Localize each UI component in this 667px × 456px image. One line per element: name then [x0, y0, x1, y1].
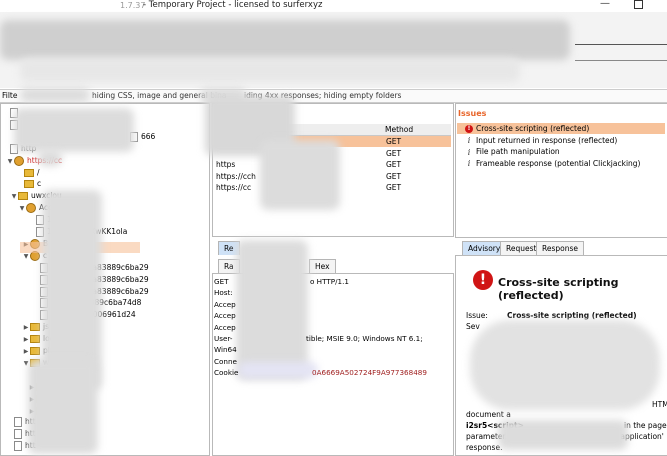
toolbar-blur-2 [20, 58, 520, 82]
tree-item[interactable]: c [16, 178, 41, 190]
advisory-body-frag: HTM [652, 400, 667, 409]
issue-label: Frameable response (potential Clickjacki… [476, 158, 641, 168]
advisory-severity-label: Sev [466, 322, 480, 331]
filter-label: Filte [2, 91, 18, 100]
center-blur-2 [260, 140, 340, 210]
folder-icon [30, 347, 40, 355]
folder-icon [30, 323, 40, 332]
request-url: https://cch [216, 171, 256, 181]
advisory-title: Cross-site scripting (reflected) [498, 276, 619, 302]
issue-label: Input returned in response (reflected) [476, 135, 618, 145]
tab-hex[interactable]: Hex [309, 259, 336, 273]
title-bar: 1.7.37 - Temporary Project - licensed to… [0, 0, 667, 12]
file-icon [14, 429, 22, 440]
issue-label: File path manipulation [476, 147, 560, 156]
req-line5: Accep [214, 322, 236, 332]
req-line1-a: GET [214, 277, 229, 286]
tree-blur-1 [14, 108, 134, 152]
expand-toggle-icon[interactable]: ▼ [18, 203, 26, 215]
request-url: https [216, 160, 236, 170]
info-icon: i [467, 136, 471, 145]
tree-item-label: / [37, 167, 40, 177]
request-method: GET [386, 171, 402, 181]
req-line9-a: Cookie [214, 368, 239, 378]
tree-item-label: c [37, 179, 42, 189]
toolbar-blur [0, 20, 570, 60]
window-title: - Temporary Project - licensed to surfer… [143, 0, 323, 10]
issue-item[interactable]: i File path manipulation [457, 146, 665, 157]
advisory-title-icon: ! [473, 270, 493, 290]
req-line9-b: 0A6669A502724F9A977368489 [312, 368, 427, 378]
request-method: GET [386, 183, 402, 193]
request-url: https://cc [216, 183, 252, 193]
req-line7: Win64 [214, 345, 237, 355]
filter-bar[interactable]: Filte hiding CSS, image and general bina… [0, 89, 667, 103]
request-method: GET [386, 148, 402, 158]
req-line2: Host: [214, 288, 233, 298]
expand-toggle-icon[interactable]: ▼ [6, 156, 14, 168]
window-title-prefix: 1.7.37 [120, 1, 146, 10]
advisory-body-line2-b: in the page [624, 421, 667, 430]
folder-icon [24, 180, 34, 189]
toolbar-divider [575, 44, 667, 45]
req-line8: Conne [214, 356, 237, 366]
tab-response[interactable]: Response [536, 241, 585, 255]
issue-item[interactable]: i Input returned in response (reflected) [457, 135, 665, 146]
error-icon: ! [465, 125, 473, 133]
req-line3: Accep [214, 299, 236, 309]
method-column-header[interactable]: Method [385, 124, 413, 135]
advisory-issue-value: Cross-site scripting (reflected) [507, 311, 637, 320]
tree-item[interactable]: / [16, 167, 40, 179]
tree-item-label: 666 [141, 131, 156, 141]
issue-item[interactable]: i Frameable response (potential Clickjack… [457, 158, 665, 169]
info-icon: i [467, 147, 471, 157]
advisory-body-line4: response. [466, 443, 503, 452]
issue-label: Cross-site scripting (reflected) [476, 124, 590, 133]
folder-icon [18, 192, 28, 201]
req-line6-a: User- [214, 334, 233, 344]
filter-blur [20, 88, 90, 102]
info-icon: i [467, 159, 471, 168]
advisory-body-line1: document a [466, 410, 511, 419]
request-text: GET o HTTP/1.1 Host: Accep Accep Accep Us… [214, 276, 450, 379]
folder-icon [24, 168, 34, 177]
folder-icon [30, 335, 40, 344]
file-icon [14, 417, 22, 428]
advisory-blur-2 [498, 420, 628, 450]
request-method: GET [386, 160, 402, 170]
tree-blur-2 [38, 150, 62, 166]
req-line1-b: o HTTP/1.1 [310, 277, 349, 286]
file-icon [14, 441, 22, 452]
request-method: GET [386, 137, 402, 146]
toolbar-divider-2 [575, 60, 667, 61]
req-line6-b: tible; MSIE 9.0; Windows NT 6.1; [306, 334, 423, 344]
issues-heading: Issues [458, 109, 487, 118]
tree-blur-4 [28, 360, 98, 454]
req-line4: Accep [214, 311, 236, 321]
maximize-button[interactable] [634, 0, 643, 9]
site-icon [14, 155, 24, 166]
issues-list: ! Cross-site scripting (reflected) i Input … [457, 123, 665, 183]
advisory-blur-1 [470, 320, 660, 410]
minimize-button[interactable]: — [600, 0, 610, 9]
site-icon [26, 203, 36, 214]
issue-item[interactable]: ! Cross-site scripting (reflected) [457, 123, 665, 134]
advisory-issue-label: Issue: [466, 311, 488, 320]
expand-toggle-icon[interactable]: ▼ [10, 191, 18, 203]
advisory-tabs: Advisory Request Response [462, 241, 662, 255]
